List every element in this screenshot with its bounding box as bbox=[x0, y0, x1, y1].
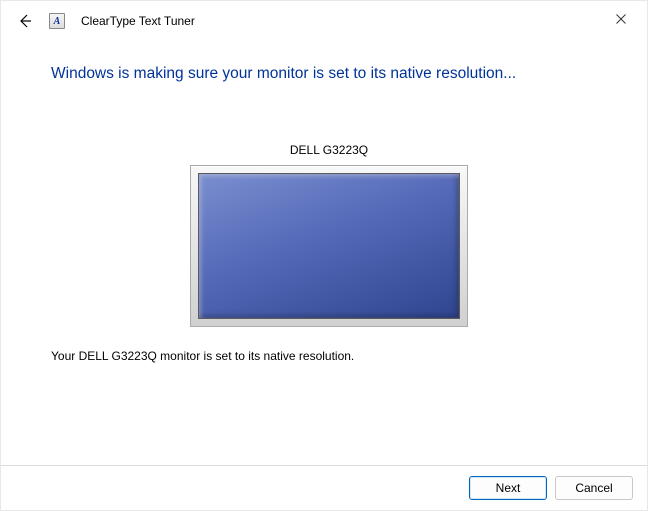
window-title: ClearType Text Tuner bbox=[81, 14, 195, 28]
monitor-preview-block: DELL G3223Q Your DELL G3223Q monitor is … bbox=[51, 143, 607, 363]
back-arrow-icon bbox=[17, 13, 33, 29]
window-header: A ClearType Text Tuner bbox=[1, 1, 647, 39]
next-button[interactable]: Next bbox=[469, 476, 547, 500]
close-icon bbox=[616, 14, 626, 24]
resolution-status-text: Your DELL G3223Q monitor is set to its n… bbox=[51, 349, 607, 363]
monitor-screen bbox=[198, 173, 460, 319]
monitor-frame bbox=[190, 165, 468, 327]
footer-bar: Next Cancel bbox=[1, 465, 647, 510]
page-heading: Windows is making sure your monitor is s… bbox=[51, 65, 607, 83]
back-button[interactable] bbox=[15, 11, 35, 31]
content-area: Windows is making sure your monitor is s… bbox=[1, 39, 647, 363]
close-button[interactable] bbox=[601, 5, 641, 33]
app-icon: A bbox=[49, 13, 65, 29]
cancel-button[interactable]: Cancel bbox=[555, 476, 633, 500]
monitor-name-label: DELL G3223Q bbox=[51, 143, 607, 157]
